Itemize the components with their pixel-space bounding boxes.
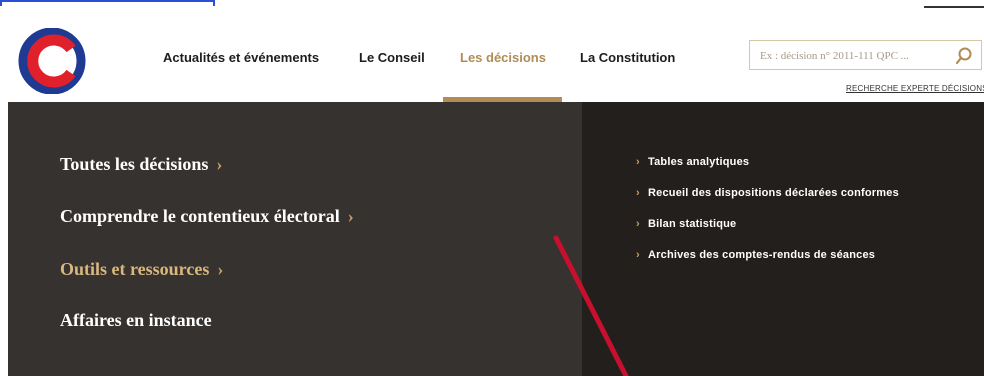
top-tick-left xyxy=(0,0,2,6)
expert-search-link[interactable]: RECHERCHE EXPERTE DÉCISIONS xyxy=(846,84,984,93)
submenu-label: Recueil des dispositions déclarées confo… xyxy=(648,187,899,199)
top-tick-right xyxy=(213,0,215,6)
menu-outils-ressources[interactable]: Outils et ressources › xyxy=(60,259,223,280)
submenu-panel: › Tables analytiques › Recueil des disposi… xyxy=(582,102,984,376)
submenu-label: Tables analytiques xyxy=(648,156,750,168)
search-input[interactable] xyxy=(760,47,940,65)
chevron-right-icon: › xyxy=(636,249,640,261)
chevron-right-icon: › xyxy=(347,206,354,226)
chevron-right-icon: › xyxy=(636,156,640,168)
site-header: Actualités et événements Le Conseil Les … xyxy=(0,8,984,102)
menu-contentieux-electoral[interactable]: Comprendre le contentieux électoral › xyxy=(60,206,354,227)
chevron-right-icon: › xyxy=(636,187,640,199)
submenu-label: Bilan statistique xyxy=(648,218,737,230)
conseil-logo[interactable] xyxy=(15,28,89,94)
chevron-right-icon: › xyxy=(217,259,224,279)
submenu-recueil-dispositions[interactable]: › Recueil des dispositions déclarées conf… xyxy=(636,187,899,199)
chevron-right-icon: › xyxy=(636,218,640,230)
menu-toutes-decisions[interactable]: Toutes les décisions › xyxy=(60,154,222,175)
search-box xyxy=(749,40,982,70)
menu-label: Toutes les décisions xyxy=(60,154,209,174)
submenu-bilan-statistique[interactable]: › Bilan statistique xyxy=(636,218,737,230)
nav-actualites[interactable]: Actualités et événements xyxy=(163,50,319,65)
submenu-label: Archives des comptes-rendus de séances xyxy=(648,249,876,261)
menu-label: Comprendre le contentieux électoral xyxy=(60,206,340,226)
top-blue-bar xyxy=(0,0,215,2)
nav-le-conseil[interactable]: Le Conseil xyxy=(359,50,425,65)
menu-label: Outils et ressources xyxy=(60,259,210,279)
top-edge xyxy=(0,0,984,8)
menu-affaires-instance[interactable]: Affaires en instance xyxy=(60,310,212,331)
nav-la-constitution[interactable]: La Constitution xyxy=(580,50,675,65)
search-icon[interactable] xyxy=(953,45,975,67)
submenu-tables-analytiques[interactable]: › Tables analytiques xyxy=(636,156,750,168)
nav-les-decisions[interactable]: Les décisions xyxy=(460,50,546,65)
submenu-archives-comptes-rendus[interactable]: › Archives des comptes-rendus de séances xyxy=(636,249,876,261)
chevron-right-icon: › xyxy=(216,154,223,174)
menu-label: Affaires en instance xyxy=(60,310,212,330)
decisions-mega-menu: Toutes les décisions › Comprendre le cont… xyxy=(8,102,984,376)
